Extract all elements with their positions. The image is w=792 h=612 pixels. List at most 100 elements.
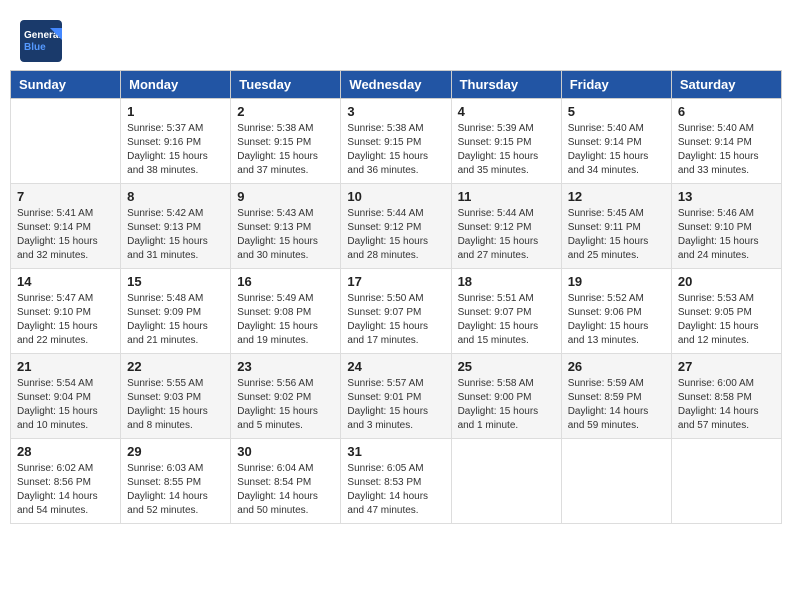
cell-content: Sunrise: 6:03 AM Sunset: 8:55 PM Dayligh… <box>127 462 224 518</box>
cell-content: Sunrise: 6:02 AM Sunset: 8:56 PM Dayligh… <box>17 462 114 518</box>
day-number: 23 <box>237 359 334 374</box>
calendar-cell: 15 Sunrise: 5:48 AM Sunset: 9:09 PM Dayli… <box>121 269 231 354</box>
day-number: 11 <box>458 189 555 204</box>
calendar-table: SundayMondayTuesdayWednesdayThursdayFrid… <box>10 70 782 524</box>
cell-content: Sunrise: 5:41 AM Sunset: 9:14 PM Dayligh… <box>17 207 114 263</box>
cell-content: Sunrise: 5:57 AM Sunset: 9:01 PM Dayligh… <box>347 377 444 433</box>
calendar-cell: 24 Sunrise: 5:57 AM Sunset: 9:01 PM Dayli… <box>341 354 451 439</box>
cell-content: Sunrise: 6:05 AM Sunset: 8:53 PM Dayligh… <box>347 462 444 518</box>
calendar-week-row: 1 Sunrise: 5:37 AM Sunset: 9:16 PM Daylig… <box>11 99 782 184</box>
cell-content: Sunrise: 5:38 AM Sunset: 9:15 PM Dayligh… <box>237 122 334 178</box>
calendar-cell: 23 Sunrise: 5:56 AM Sunset: 9:02 PM Dayli… <box>231 354 341 439</box>
calendar-cell: 12 Sunrise: 5:45 AM Sunset: 9:11 PM Dayli… <box>561 184 671 269</box>
column-header-tuesday: Tuesday <box>231 71 341 99</box>
calendar-cell: 10 Sunrise: 5:44 AM Sunset: 9:12 PM Dayli… <box>341 184 451 269</box>
calendar-cell: 7 Sunrise: 5:41 AM Sunset: 9:14 PM Daylig… <box>11 184 121 269</box>
calendar-cell: 11 Sunrise: 5:44 AM Sunset: 9:12 PM Dayli… <box>451 184 561 269</box>
column-header-saturday: Saturday <box>671 71 781 99</box>
cell-content: Sunrise: 6:00 AM Sunset: 8:58 PM Dayligh… <box>678 377 775 433</box>
cell-content: Sunrise: 6:04 AM Sunset: 8:54 PM Dayligh… <box>237 462 334 518</box>
cell-content: Sunrise: 5:46 AM Sunset: 9:10 PM Dayligh… <box>678 207 775 263</box>
day-number: 10 <box>347 189 444 204</box>
page-header: General Blue <box>10 10 782 65</box>
column-header-wednesday: Wednesday <box>341 71 451 99</box>
day-number: 30 <box>237 444 334 459</box>
calendar-week-row: 14 Sunrise: 5:47 AM Sunset: 9:10 PM Dayli… <box>11 269 782 354</box>
day-number: 24 <box>347 359 444 374</box>
cell-content: Sunrise: 5:51 AM Sunset: 9:07 PM Dayligh… <box>458 292 555 348</box>
cell-content: Sunrise: 5:38 AM Sunset: 9:15 PM Dayligh… <box>347 122 444 178</box>
calendar-cell: 28Sunrise: 6:02 AM Sunset: 8:56 PM Dayli… <box>11 439 121 524</box>
day-number: 8 <box>127 189 224 204</box>
day-number: 27 <box>678 359 775 374</box>
calendar-cell: 16Sunrise: 5:49 AM Sunset: 9:08 PM Dayli… <box>231 269 341 354</box>
day-number: 25 <box>458 359 555 374</box>
day-number: 29 <box>127 444 224 459</box>
cell-content: Sunrise: 5:44 AM Sunset: 9:12 PM Dayligh… <box>458 207 555 263</box>
calendar-cell: 29 Sunrise: 6:03 AM Sunset: 8:55 PM Dayli… <box>121 439 231 524</box>
day-number: 16 <box>237 274 334 289</box>
day-number: 31 <box>347 444 444 459</box>
column-header-friday: Friday <box>561 71 671 99</box>
calendar-cell: 18 Sunrise: 5:51 AM Sunset: 9:07 PM Dayli… <box>451 269 561 354</box>
calendar-cell: 31 Sunrise: 6:05 AM Sunset: 8:53 PM Dayli… <box>341 439 451 524</box>
cell-content: Sunrise: 5:45 AM Sunset: 9:11 PM Dayligh… <box>568 207 665 263</box>
calendar-cell: 14 Sunrise: 5:47 AM Sunset: 9:10 PM Dayli… <box>11 269 121 354</box>
calendar-cell: 8 Sunrise: 5:42 AM Sunset: 9:13 PM Daylig… <box>121 184 231 269</box>
day-number: 15 <box>127 274 224 289</box>
column-header-sunday: Sunday <box>11 71 121 99</box>
calendar-cell: 2Sunrise: 5:38 AM Sunset: 9:15 PM Daylig… <box>231 99 341 184</box>
calendar-cell: 26Sunrise: 5:59 AM Sunset: 8:59 PM Dayli… <box>561 354 671 439</box>
calendar-cell: 13Sunrise: 5:46 AM Sunset: 9:10 PM Dayli… <box>671 184 781 269</box>
cell-content: Sunrise: 5:37 AM Sunset: 9:16 PM Dayligh… <box>127 122 224 178</box>
calendar-cell: 22 Sunrise: 5:55 AM Sunset: 9:03 PM Dayli… <box>121 354 231 439</box>
calendar-cell: 20 Sunrise: 5:53 AM Sunset: 9:05 PM Dayli… <box>671 269 781 354</box>
column-header-thursday: Thursday <box>451 71 561 99</box>
calendar-cell <box>561 439 671 524</box>
calendar-cell <box>11 99 121 184</box>
cell-content: Sunrise: 5:56 AM Sunset: 9:02 PM Dayligh… <box>237 377 334 433</box>
calendar-cell: 1 Sunrise: 5:37 AM Sunset: 9:16 PM Daylig… <box>121 99 231 184</box>
svg-text:Blue: Blue <box>24 42 46 53</box>
logo-icon: General Blue <box>20 20 60 60</box>
calendar-header-row: SundayMondayTuesdayWednesdayThursdayFrid… <box>11 71 782 99</box>
day-number: 7 <box>17 189 114 204</box>
day-number: 18 <box>458 274 555 289</box>
cell-content: Sunrise: 5:55 AM Sunset: 9:03 PM Dayligh… <box>127 377 224 433</box>
day-number: 21 <box>17 359 114 374</box>
day-number: 26 <box>568 359 665 374</box>
cell-content: Sunrise: 5:44 AM Sunset: 9:12 PM Dayligh… <box>347 207 444 263</box>
cell-content: Sunrise: 5:42 AM Sunset: 9:13 PM Dayligh… <box>127 207 224 263</box>
day-number: 22 <box>127 359 224 374</box>
column-header-monday: Monday <box>121 71 231 99</box>
calendar-cell: 9 Sunrise: 5:43 AM Sunset: 9:13 PM Daylig… <box>231 184 341 269</box>
day-number: 17 <box>347 274 444 289</box>
cell-content: Sunrise: 5:43 AM Sunset: 9:13 PM Dayligh… <box>237 207 334 263</box>
cell-content: Sunrise: 5:53 AM Sunset: 9:05 PM Dayligh… <box>678 292 775 348</box>
calendar-week-row: 28Sunrise: 6:02 AM Sunset: 8:56 PM Dayli… <box>11 439 782 524</box>
day-number: 6 <box>678 104 775 119</box>
calendar-cell: 6 Sunrise: 5:40 AM Sunset: 9:14 PM Daylig… <box>671 99 781 184</box>
calendar-cell <box>451 439 561 524</box>
day-number: 19 <box>568 274 665 289</box>
day-number: 1 <box>127 104 224 119</box>
day-number: 12 <box>568 189 665 204</box>
day-number: 4 <box>458 104 555 119</box>
day-number: 9 <box>237 189 334 204</box>
cell-content: Sunrise: 5:52 AM Sunset: 9:06 PM Dayligh… <box>568 292 665 348</box>
cell-content: Sunrise: 5:40 AM Sunset: 9:14 PM Dayligh… <box>678 122 775 178</box>
cell-content: Sunrise: 5:40 AM Sunset: 9:14 PM Dayligh… <box>568 122 665 178</box>
calendar-cell: 4Sunrise: 5:39 AM Sunset: 9:15 PM Daylig… <box>451 99 561 184</box>
day-number: 3 <box>347 104 444 119</box>
calendar-cell: 25 Sunrise: 5:58 AM Sunset: 9:00 PM Dayli… <box>451 354 561 439</box>
day-number: 20 <box>678 274 775 289</box>
cell-content: Sunrise: 5:58 AM Sunset: 9:00 PM Dayligh… <box>458 377 555 433</box>
calendar-cell: 3 Sunrise: 5:38 AM Sunset: 9:15 PM Daylig… <box>341 99 451 184</box>
cell-content: Sunrise: 5:50 AM Sunset: 9:07 PM Dayligh… <box>347 292 444 348</box>
calendar-cell: 21 Sunrise: 5:54 AM Sunset: 9:04 PM Dayli… <box>11 354 121 439</box>
cell-content: Sunrise: 5:48 AM Sunset: 9:09 PM Dayligh… <box>127 292 224 348</box>
day-number: 14 <box>17 274 114 289</box>
cell-content: Sunrise: 5:47 AM Sunset: 9:10 PM Dayligh… <box>17 292 114 348</box>
calendar-week-row: 7 Sunrise: 5:41 AM Sunset: 9:14 PM Daylig… <box>11 184 782 269</box>
cell-content: Sunrise: 5:54 AM Sunset: 9:04 PM Dayligh… <box>17 377 114 433</box>
